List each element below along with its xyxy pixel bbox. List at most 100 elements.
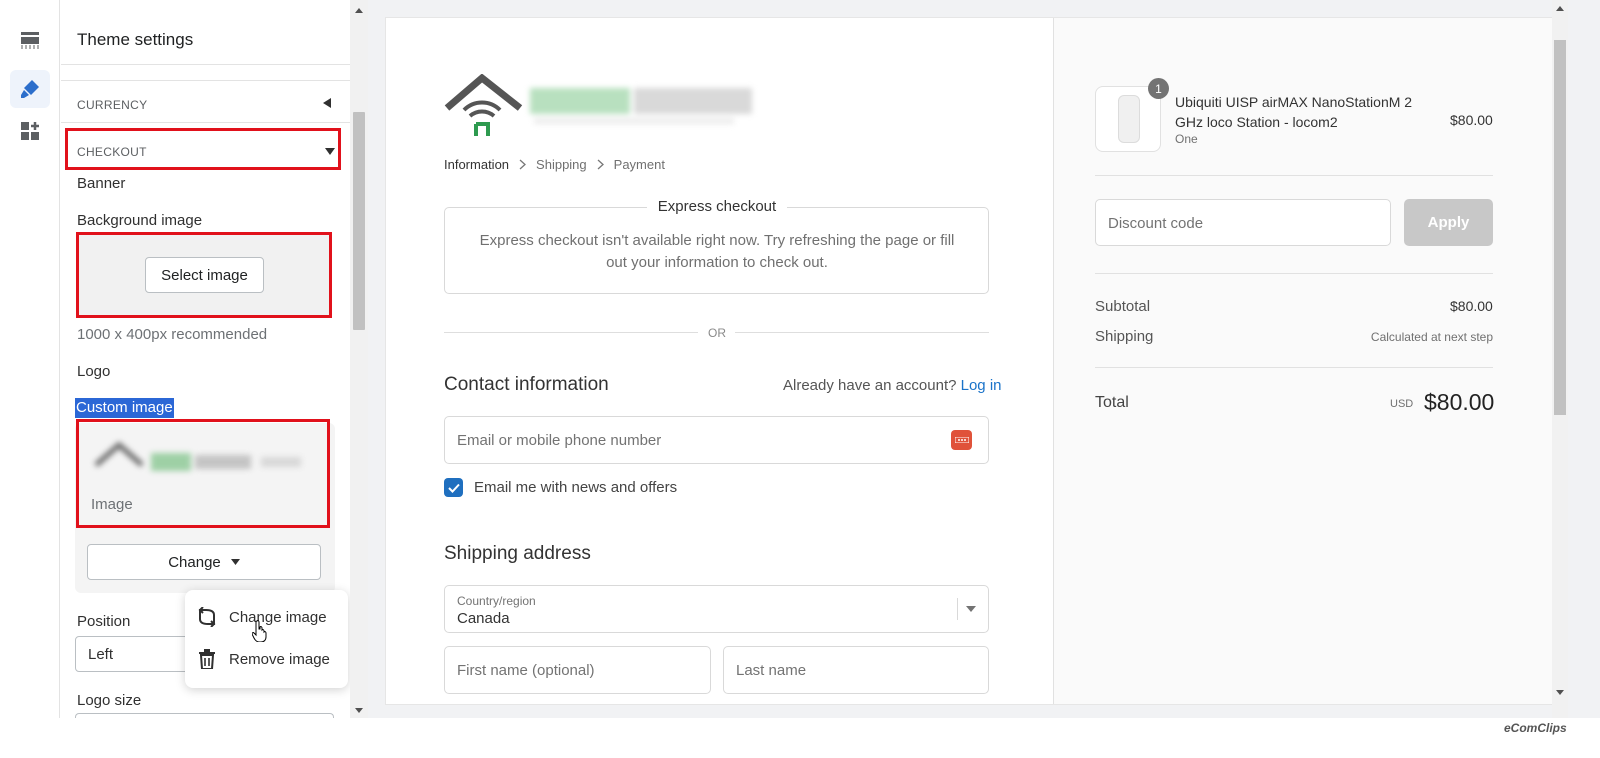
autofill-icon[interactable] <box>951 430 972 450</box>
shipping-label: Shipping <box>1095 328 1154 345</box>
store-logo <box>444 74 764 138</box>
express-checkout-message: Express checkout isn't available right n… <box>479 232 955 271</box>
checkout-section-label: CHECKOUT <box>77 145 147 159</box>
sidebar-title: Theme settings <box>77 30 194 49</box>
sidebar-scrollbar[interactable] <box>350 0 368 718</box>
custom-image-label: Custom image <box>75 398 174 418</box>
country-value: Canada <box>457 610 510 627</box>
divider <box>61 64 358 65</box>
recommended-size-text: 1000 x 400px recommended <box>77 326 268 343</box>
remove-image-menu-item[interactable]: Remove image <box>185 639 348 679</box>
divider <box>957 598 958 620</box>
divider <box>1095 367 1493 368</box>
checkout-preview: Information Shipping Payment Express che… <box>386 18 1552 704</box>
select-image-button[interactable]: Select image <box>145 257 264 293</box>
first-name-placeholder: First name (optional) <box>457 662 595 679</box>
chevron-right-icon <box>519 159 527 170</box>
theme-settings-sidebar: Theme settings CURRENCY CHECKOUT Banner … <box>61 0 358 730</box>
first-name-field[interactable]: First name (optional) <box>444 646 711 694</box>
house-wifi-logo-icon <box>444 74 523 136</box>
express-checkout-box: Express checkout Express checkout isn't … <box>444 198 989 294</box>
product-price: $80.00 <box>1450 112 1493 128</box>
shipping-address-title: Shipping address <box>444 543 591 564</box>
product-variant: One <box>1175 132 1198 146</box>
preview-scroll-thumb[interactable] <box>1554 40 1566 415</box>
scroll-down-icon[interactable] <box>355 708 363 713</box>
log-in-link[interactable]: Log in <box>961 377 1002 394</box>
caret-down-icon <box>230 559 240 565</box>
breadcrumb-information[interactable]: Information <box>444 157 509 172</box>
sections-icon[interactable] <box>17 27 43 53</box>
newsletter-label: Email me with news and offers <box>474 479 678 496</box>
quantity-badge: 1 <box>1148 78 1169 99</box>
discount-placeholder: Discount code <box>1108 215 1204 232</box>
store-logo-wordmark <box>530 84 760 128</box>
divider <box>61 122 358 123</box>
or-separator: OR <box>708 326 726 340</box>
position-label: Position <box>77 613 131 630</box>
caret-down-icon <box>325 148 335 155</box>
checkmark-icon <box>447 483 460 493</box>
trash-icon <box>185 649 229 669</box>
country-select[interactable]: Country/region Canada <box>444 585 989 633</box>
change-button[interactable]: Change <box>87 544 321 580</box>
subtotal-label: Subtotal <box>1095 298 1151 315</box>
bottom-strip: eComClips <box>0 718 1600 758</box>
currency-code: USD <box>1390 398 1414 410</box>
theme-settings-brush-icon[interactable] <box>17 76 43 102</box>
background-image-label: Background image <box>77 212 203 229</box>
logo-label: Logo <box>77 363 111 380</box>
country-label: Country/region <box>457 594 536 608</box>
divider <box>61 80 358 81</box>
divider <box>735 332 989 333</box>
total-value: $80.00 <box>1424 389 1495 415</box>
remove-image-label: Remove image <box>229 650 330 668</box>
product-name: Ubiquiti UISP airMAX NanoStationM 2 GHz … <box>1175 94 1413 130</box>
banner-label: Banner <box>77 175 126 192</box>
newsletter-checkbox[interactable] <box>444 478 463 497</box>
order-summary-panel: 1 Ubiquiti UISP airMAX NanoStationM 2 GH… <box>1053 18 1552 704</box>
breadcrumb-payment: Payment <box>613 157 665 172</box>
divider <box>1095 273 1493 274</box>
account-prompt: Already have an account? Log in <box>783 377 1002 394</box>
subtotal-value: $80.00 <box>1450 298 1493 314</box>
caret-left-icon <box>323 98 331 108</box>
divider <box>1095 175 1493 176</box>
scroll-up-icon[interactable] <box>355 8 363 13</box>
divider <box>444 332 698 333</box>
highlight-box <box>76 419 330 528</box>
discount-code-input[interactable]: Discount code <box>1095 199 1391 246</box>
account-prompt-text: Already have an account? <box>783 377 957 394</box>
change-button-label: Change <box>168 553 221 571</box>
app-blocks-icon[interactable] <box>17 118 43 144</box>
logo-size-label: Logo size <box>77 692 142 709</box>
total-label: Total <box>1095 394 1129 411</box>
chevron-right-icon <box>597 159 604 170</box>
app-icon-rail <box>0 0 60 758</box>
swap-arrows-icon <box>185 607 229 627</box>
chevron-down-icon <box>966 606 976 612</box>
product-image <box>1118 95 1140 143</box>
express-checkout-title: Express checkout <box>647 198 787 215</box>
contact-information-title: Contact information <box>444 374 609 395</box>
breadcrumb-shipping: Shipping <box>536 157 587 172</box>
hand-cursor-icon <box>252 620 267 642</box>
breadcrumb: Information Shipping Payment <box>444 157 665 172</box>
scroll-up-icon[interactable] <box>1556 6 1564 11</box>
last-name-placeholder: Last name <box>736 662 807 679</box>
checkout-section-header[interactable]: CHECKOUT <box>65 128 341 170</box>
last-name-field[interactable]: Last name <box>723 646 989 694</box>
scroll-down-icon[interactable] <box>1556 690 1564 695</box>
apply-button[interactable]: Apply <box>1404 199 1493 246</box>
currency-section-header[interactable]: CURRENCY <box>61 82 358 122</box>
position-select-value: Left <box>88 646 114 663</box>
shipping-value: Calculated at next step <box>1370 330 1493 344</box>
change-image-label: Change image <box>229 608 327 626</box>
email-field[interactable]: Email or mobile phone number <box>444 416 989 464</box>
ecomclips-watermark: eComClips <box>1504 721 1567 735</box>
preview-scrollbar[interactable] <box>1552 0 1568 718</box>
sidebar-scroll-thumb[interactable] <box>353 112 365 330</box>
email-placeholder: Email or mobile phone number <box>457 432 662 449</box>
currency-section-label: CURRENCY <box>77 98 148 112</box>
change-image-popup-menu: Change image Remove image <box>185 590 348 688</box>
